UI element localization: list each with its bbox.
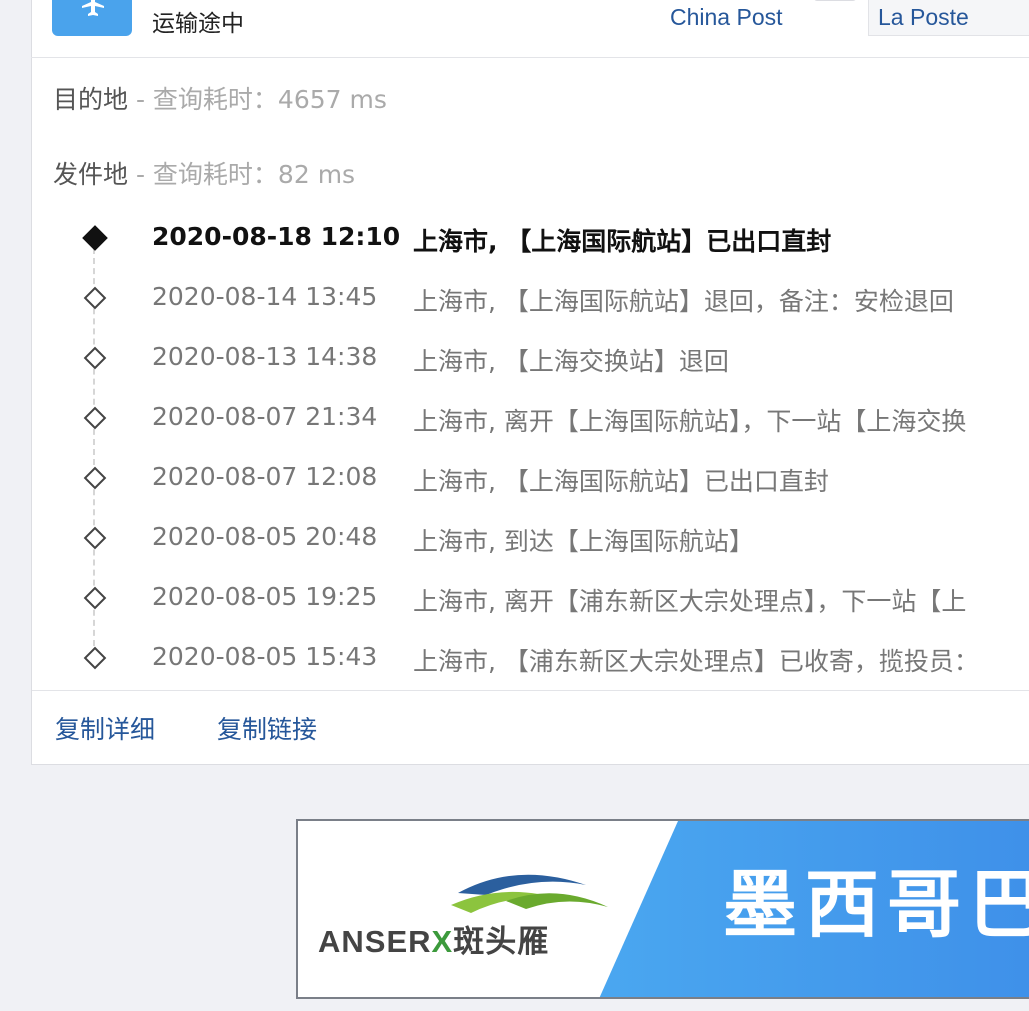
- event-description: 上海市, 【上海交换站】退回: [413, 347, 729, 376]
- diamond-outline-icon: [83, 406, 107, 430]
- event-description: 上海市, 到达【上海国际航站】: [413, 527, 754, 556]
- carrier-switch-tab[interactable]: [814, 0, 856, 1]
- timeline-event: 2020-08-07 12:08 上海市, 【上海国际航站】已出口直封: [0, 448, 1029, 508]
- banner-brand-text: ANSER: [318, 924, 432, 959]
- diamond-outline-icon: [83, 286, 107, 310]
- timeline-event: 2020-08-05 19:25 上海市, 离开【浦东新区大宗处理点】，下一站【…: [0, 568, 1029, 628]
- diamond-outline-icon: [83, 526, 107, 550]
- event-time: 2020-08-07 12:08: [152, 462, 378, 491]
- destination-label: 目的地: [53, 85, 129, 114]
- diamond-outline-icon: [83, 346, 107, 370]
- event-description: 上海市, 【上海国际航站】已出口直封: [413, 467, 829, 496]
- divider: [31, 57, 1029, 58]
- diamond-filled-icon: [82, 225, 108, 251]
- timeline-event: 2020-08-05 15:43 上海市, 【浦东新区大宗处理点】已收寄，揽投员…: [0, 628, 1029, 688]
- event-time: 2020-08-18 12:10: [152, 222, 401, 251]
- event-description: 上海市, 【浦东新区大宗处理点】已收寄，揽投员：: [413, 647, 979, 676]
- diamond-outline-icon: [83, 466, 107, 490]
- copy-detail-link[interactable]: 复制详细: [55, 710, 155, 746]
- banner-brand-x: X: [431, 924, 454, 959]
- event-time: 2020-08-14 13:45: [152, 282, 378, 311]
- event-time: 2020-08-05 20:48: [152, 522, 378, 551]
- timeline-event: 2020-08-14 13:45 上海市, 【上海国际航站】退回，备注：安检退回: [0, 268, 1029, 328]
- event-description: 上海市, 【上海国际航站】退回，备注：安检退回: [413, 287, 954, 316]
- shipment-status: 运输途中: [152, 11, 244, 37]
- timeline-event: 2020-08-07 21:34 上海市, 离开【上海国际航站】，下一站【上海交…: [0, 388, 1029, 448]
- event-description: 上海市, 离开【上海国际航站】，下一站【上海交换: [413, 407, 967, 436]
- airplane-icon: [52, 0, 132, 36]
- anserx-logo-icon: [451, 874, 608, 913]
- destination-query-line: 目的地 - 查询耗时：4657 ms: [53, 80, 387, 116]
- copy-link-link[interactable]: 复制链接: [217, 710, 317, 746]
- tracking-timeline: 2020-08-18 12:10 上海市, 【上海国际航站】已出口直封 2020…: [0, 208, 1029, 688]
- banner-brand: ANSERX斑头雁: [318, 916, 549, 961]
- timeline-event: 2020-08-13 14:38 上海市, 【上海交换站】退回: [0, 328, 1029, 388]
- event-time: 2020-08-05 15:43: [152, 642, 378, 671]
- divider: [32, 690, 1029, 691]
- carrier-origin-tab[interactable]: China Post: [670, 4, 783, 31]
- timeline-event: 2020-08-18 12:10 上海市, 【上海国际航站】已出口直封: [0, 208, 1029, 268]
- timeline-event: 2020-08-05 20:48 上海市, 到达【上海国际航站】: [0, 508, 1029, 568]
- event-time: 2020-08-07 21:34: [152, 402, 378, 431]
- destination-query-time: - 查询耗时：4657 ms: [128, 85, 387, 114]
- ad-banner[interactable]: ANSERX斑头雁 墨西哥巴: [296, 819, 1029, 999]
- origin-query-line: 发件地 - 查询耗时：82 ms: [53, 155, 355, 191]
- banner-headline: 墨西哥巴: [723, 862, 1029, 948]
- diamond-outline-icon: [83, 586, 107, 610]
- event-description: 上海市, 离开【浦东新区大宗处理点】，下一站【上: [413, 587, 967, 616]
- banner-brand-cn: 斑头雁: [453, 924, 550, 959]
- event-time: 2020-08-13 14:38: [152, 342, 378, 371]
- diamond-outline-icon: [83, 646, 107, 670]
- origin-query-time: - 查询耗时：82 ms: [128, 160, 356, 189]
- event-description: 上海市, 【上海国际航站】已出口直封: [413, 227, 832, 256]
- carrier-destination-tab[interactable]: La Poste: [868, 0, 1029, 36]
- event-time: 2020-08-05 19:25: [152, 582, 378, 611]
- origin-label: 发件地: [53, 160, 129, 189]
